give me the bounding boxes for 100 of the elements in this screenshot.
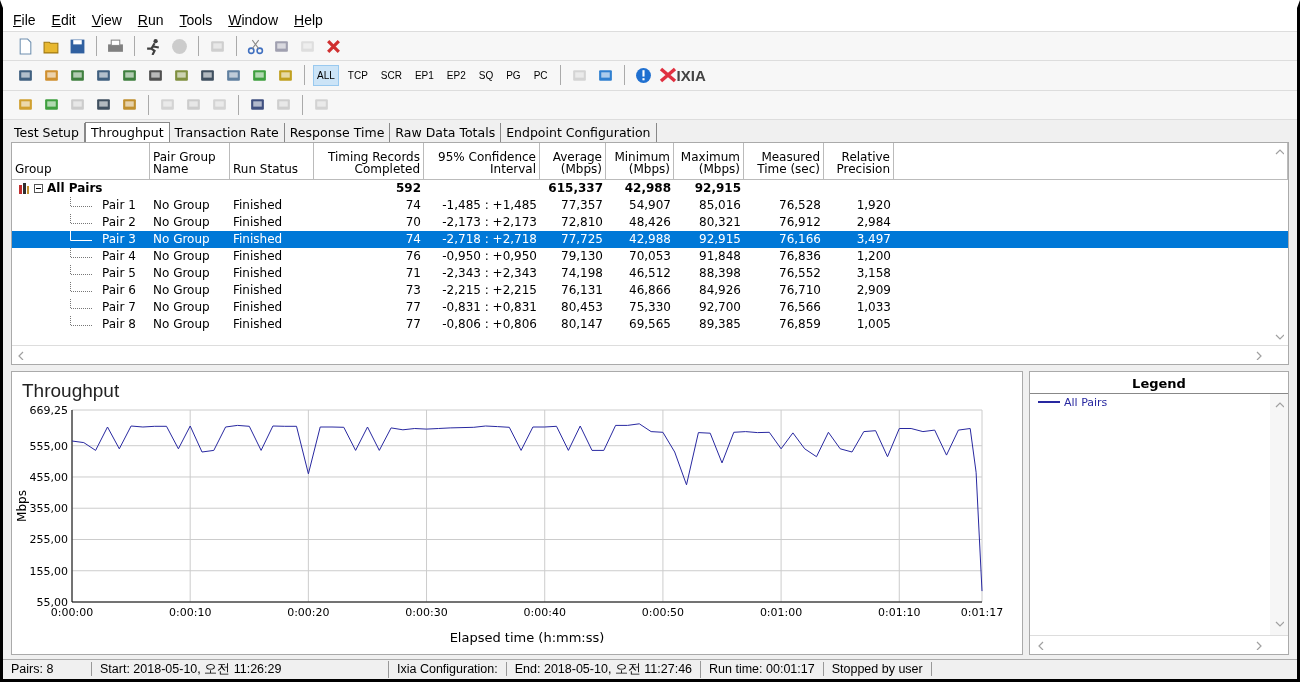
filter-button[interactable]: EP1	[410, 64, 438, 86]
tree-line	[70, 264, 92, 275]
table-row[interactable]: Pair 5 No Group Finished 71 -2,343 : +2,343 74,198 46,512 88,398 76,552 3,158	[12, 264, 1288, 282]
pair-label[interactable]: Pair 1	[102, 196, 136, 214]
table-row[interactable]: Pair 3 No Group Finished 74 -2,718 : +2,718 77,725 42,988 92,915 76,166 3,497	[12, 230, 1288, 248]
column-header[interactable]: Run Status	[230, 142, 314, 180]
pair-label[interactable]: Pair 5	[102, 264, 136, 282]
pair-label[interactable]: Pair 3	[102, 230, 136, 248]
scroll-left-icon[interactable]	[1036, 639, 1046, 650]
table-cell: -2,215 : +2,215	[442, 282, 537, 297]
column-header[interactable]: Relative Precision	[824, 142, 894, 180]
status-text: Pairs: 8	[3, 662, 92, 677]
pair-label[interactable]: Pair 8	[102, 315, 136, 333]
table-cell: 48,426	[629, 214, 671, 229]
menu-item[interactable]: Tools	[173, 11, 219, 28]
column-header[interactable]: Group	[12, 142, 150, 180]
scroll-left-icon[interactable]	[16, 349, 26, 360]
x-axis-title: Elapsed time (h:mm:ss)	[449, 629, 605, 645]
table-cell: 592	[395, 180, 421, 195]
column-header[interactable]: 95% Confidence Interval	[424, 142, 540, 180]
column-header[interactable]: Average (Mbps)	[540, 142, 606, 180]
table-cell: 2,909	[856, 282, 891, 297]
table-cell: 76,566	[779, 299, 821, 314]
y-tick-label: 155,00	[29, 564, 68, 578]
table-row[interactable]: Pair 6 No Group Finished 73 -2,215 : +2,215 76,131 46,866 84,926 76,710 2,909	[12, 281, 1288, 299]
tree-line	[70, 230, 92, 241]
table-row[interactable]: Pair 7 No Group Finished 77 -0,831 : +0,831 80,453 75,330 92,700 76,566 1,033	[12, 298, 1288, 316]
table-cell: 76,836	[779, 248, 821, 263]
menu-item[interactable]: Edit	[45, 11, 82, 28]
filter-button[interactable]: TCP	[343, 64, 372, 86]
scroll-right-icon[interactable]	[1254, 639, 1264, 650]
table-cell: 89,385	[699, 316, 741, 331]
tab[interactable]: Throughput	[85, 121, 170, 142]
table-cell: 77,357	[561, 197, 603, 212]
y-tick-label: 355,00	[29, 501, 68, 515]
table-cell: 79,130	[561, 248, 603, 263]
x-tick-label: 0:00:40	[523, 605, 566, 619]
table-cell: 92,915	[694, 180, 741, 195]
collapse-icon[interactable]	[34, 183, 43, 193]
column-header[interactable]: Minimum (Mbps)	[606, 142, 674, 180]
y-tick-label: 555,00	[29, 439, 68, 453]
filter-button[interactable]: PG	[502, 64, 525, 86]
table-cell: 76,710	[779, 282, 821, 297]
table-cell: No Group	[153, 231, 210, 246]
column-header[interactable]: Measured Time (sec)	[744, 142, 824, 180]
menu-item[interactable]: View	[85, 11, 128, 28]
menu-item[interactable]: Help	[288, 11, 329, 28]
pair-label[interactable]: Pair 4	[102, 247, 136, 265]
table-cell: 70,053	[629, 248, 671, 263]
x-tick-label: 0:00:20	[287, 605, 330, 619]
y-axis-title: Mbps	[15, 489, 29, 522]
status-text: End: 2018-05-10, 오전 11:27:46	[506, 660, 702, 678]
table-row[interactable]: Pair 8 No Group Finished 77 -0,806 : +0,806 80,147 69,565 89,385 76,859 1,005	[12, 315, 1288, 333]
filter-button[interactable]: SCR	[376, 64, 406, 86]
table-cell: 80,147	[561, 316, 603, 331]
table-cell: -2,718 : +2,718	[442, 231, 537, 246]
table-cell: 1,200	[856, 248, 891, 263]
table-cell: -1,485 : +1,485	[442, 197, 537, 212]
tree-line	[70, 196, 92, 207]
group-label[interactable]: All Pairs	[47, 179, 103, 197]
table-cell: No Group	[153, 197, 210, 212]
x-tick-label: 0:01:10	[878, 605, 921, 619]
x-tick-label: 0:00:30	[405, 605, 448, 619]
pair-label[interactable]: Pair 2	[102, 213, 136, 231]
table-cell: 92,700	[699, 299, 741, 314]
menu-item[interactable]: Window	[222, 11, 285, 28]
table-cell: 76,131	[561, 282, 603, 297]
table-row[interactable]: Pair 4 No Group Finished 76 -0,950 : +0,950 79,130 70,053 91,848 76,836 1,200	[12, 247, 1288, 265]
menu-item[interactable]: File	[7, 11, 42, 28]
scroll-right-icon[interactable]	[1254, 349, 1264, 360]
filter-button[interactable]: PC	[529, 64, 552, 86]
filter-button[interactable]: ALL	[313, 64, 339, 86]
legend-title: Legend	[1030, 371, 1288, 394]
table-row[interactable]: All Pairs 592 615,337 42,988 92,915	[12, 179, 1288, 197]
table-cell: 42,988	[629, 231, 671, 246]
column-header[interactable]: Timing Records Completed	[314, 142, 424, 180]
table-row[interactable]: Pair 1 No Group Finished 74 -1,485 : +1,485 77,357 54,907 85,016 76,528 1,920	[12, 196, 1288, 214]
table-cell: 75,330	[629, 299, 671, 314]
table-row[interactable]: Pair 2 No Group Finished 70 -2,173 : +2,173 72,810 48,426 80,321 76,912 2,984	[12, 213, 1288, 231]
table-cell: Finished	[233, 265, 283, 280]
table-cell: Finished	[233, 248, 283, 263]
x-tick-label: 0:00:50	[641, 605, 685, 619]
filter-button[interactable]: SQ	[474, 64, 498, 86]
table-cell: Finished	[233, 231, 283, 246]
pair-label[interactable]: Pair 6	[102, 281, 136, 299]
table-cell: Finished	[233, 299, 283, 314]
column-header[interactable]: Pair Group Name	[150, 142, 230, 180]
table-cell: 91,848	[699, 248, 741, 263]
filter-button[interactable]: EP2	[442, 64, 470, 86]
menu-item[interactable]: Run	[131, 11, 170, 28]
tree-line	[70, 281, 92, 292]
table-cell: No Group	[153, 214, 210, 229]
table-cell: No Group	[153, 316, 210, 331]
tree-line	[70, 298, 92, 309]
table-cell: -2,343 : +2,343	[442, 265, 537, 280]
table-cell: Finished	[233, 282, 283, 297]
table-cell: 54,907	[629, 197, 671, 212]
pair-label[interactable]: Pair 7	[102, 298, 136, 316]
column-header[interactable]: Maximum (Mbps)	[674, 142, 744, 180]
table-cell: 76	[405, 248, 421, 263]
